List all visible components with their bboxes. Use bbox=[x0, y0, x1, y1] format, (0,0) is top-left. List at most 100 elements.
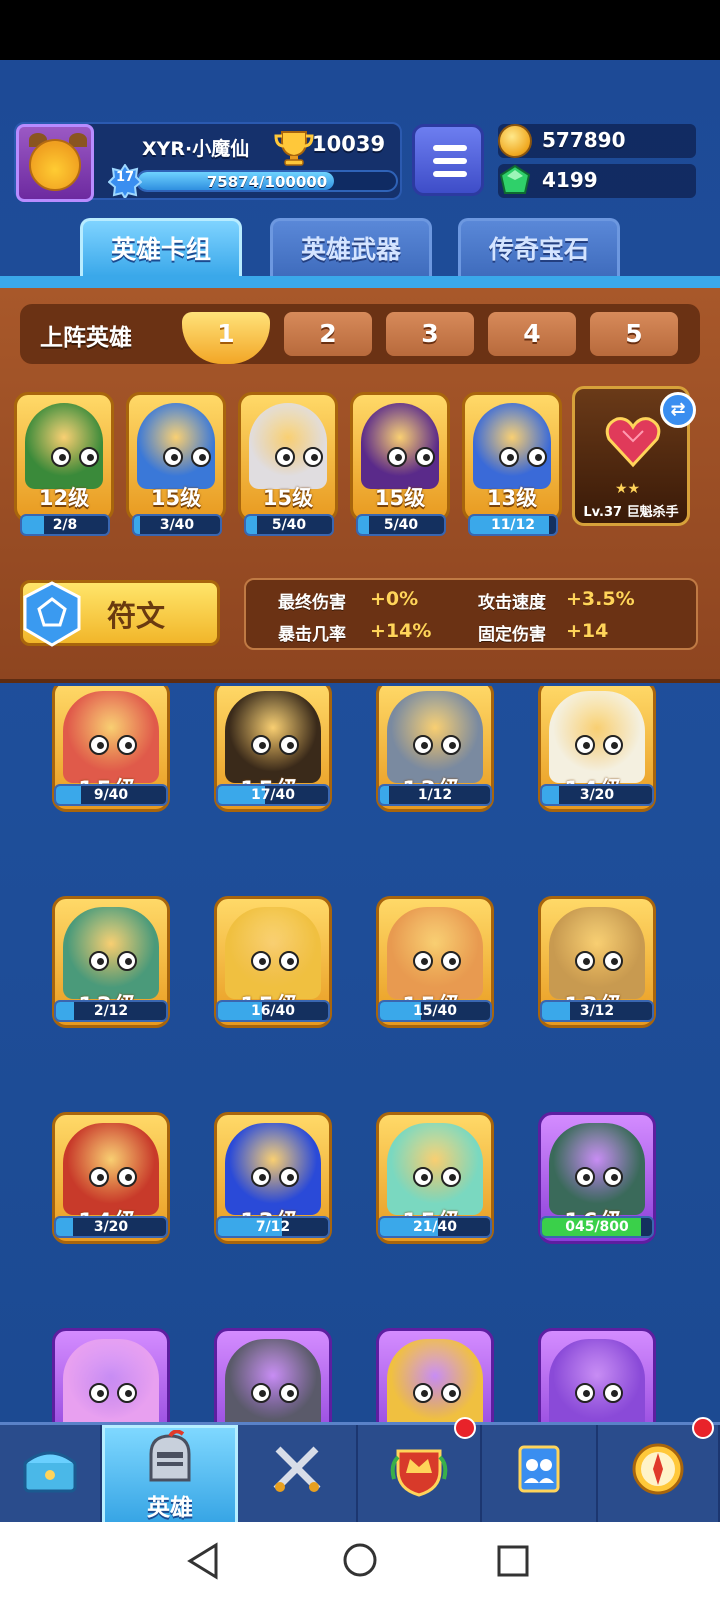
gold-counter[interactable]: 577890 bbox=[498, 124, 696, 158]
hero-card[interactable]: 13级2/12 bbox=[50, 890, 174, 1030]
hero-progress-bar: 045/800 bbox=[540, 1216, 654, 1238]
deck-slot-1[interactable]: 1 bbox=[182, 312, 270, 364]
tab-hero-weapons[interactable]: 英雄武器 bbox=[270, 218, 432, 276]
deck-stats: 最终伤害 +0% 攻击速度 +3.5% 暴击几率 +14% 固定伤害 +14 bbox=[244, 578, 698, 650]
nav-item-crossed-swords[interactable] bbox=[238, 1425, 358, 1525]
hero-card[interactable]: 14级3/20 bbox=[536, 686, 660, 814]
avatar-face bbox=[29, 139, 81, 191]
hero-portrait bbox=[549, 907, 645, 999]
hero-eyes bbox=[567, 951, 631, 971]
player-profile[interactable]: XYR·小魔仙 10039 75874/100000 17 bbox=[14, 122, 402, 202]
tab-hero-deck[interactable]: 英雄卡组 bbox=[80, 218, 242, 276]
deck-slot-2[interactable]: 2 bbox=[284, 312, 372, 356]
hero-card[interactable]: 15级9/40 bbox=[50, 686, 174, 814]
nav-item-crown-shield[interactable] bbox=[358, 1417, 482, 1525]
hero-card[interactable]: 16级045/800 bbox=[536, 1106, 660, 1246]
hero-progress-text: 17/40 bbox=[250, 787, 296, 803]
hero-eyes bbox=[243, 735, 307, 755]
notification-dot bbox=[692, 1417, 714, 1439]
rune-button[interactable]: 符文 bbox=[20, 580, 220, 647]
menu-button[interactable] bbox=[412, 124, 484, 196]
hero-card[interactable]: 15级 5/40 bbox=[350, 386, 450, 536]
hero-card[interactable]: 13级 11/12 bbox=[462, 386, 562, 536]
stat-value: +0% bbox=[370, 588, 419, 610]
hero-card[interactable] bbox=[212, 1322, 336, 1422]
player-avatar[interactable] bbox=[16, 124, 94, 202]
hero-card[interactable] bbox=[536, 1322, 660, 1422]
menu-line bbox=[433, 158, 467, 164]
deck-slot-4[interactable]: 4 bbox=[488, 312, 576, 356]
hero-portrait bbox=[549, 691, 645, 783]
hero-eyes bbox=[155, 447, 219, 467]
nav-item-treasure-chest[interactable] bbox=[0, 1425, 102, 1525]
hero-card[interactable]: 13级3/12 bbox=[536, 890, 660, 1030]
hero-portrait bbox=[387, 907, 483, 999]
deck-slot-3[interactable]: 3 bbox=[386, 312, 474, 356]
hero-portrait bbox=[387, 691, 483, 783]
hero-progress-bar: 3/20 bbox=[54, 1216, 168, 1238]
hero-progress-text: 2/12 bbox=[93, 1003, 129, 1019]
tab-legendary-gems[interactable]: 传奇宝石 bbox=[458, 218, 620, 276]
hero-progress-text: 11/12 bbox=[490, 517, 536, 533]
rune-icon bbox=[23, 581, 81, 647]
hero-portrait bbox=[63, 1123, 159, 1215]
status-bar bbox=[0, 0, 720, 60]
nav-label: 英雄 bbox=[147, 1495, 193, 1521]
hero-level: 13级 bbox=[486, 486, 538, 510]
hero-card[interactable] bbox=[50, 1322, 174, 1422]
hero-card[interactable]: 13级1/12 bbox=[374, 686, 498, 814]
hero-eyes bbox=[243, 951, 307, 971]
hero-card[interactable]: 15级 3/40 bbox=[126, 386, 226, 536]
hero-eyes bbox=[567, 735, 631, 755]
hero-progress-bar: 1/12 bbox=[378, 784, 492, 806]
hero-portrait bbox=[63, 1339, 159, 1422]
recents-icon[interactable] bbox=[496, 1544, 530, 1578]
hero-progress-bar: 3/12 bbox=[540, 1000, 654, 1022]
player-level: 17 bbox=[115, 170, 135, 185]
hero-progress-bar: 2/12 bbox=[54, 1000, 168, 1022]
nav-item-compass[interactable] bbox=[598, 1417, 720, 1525]
gold-amount: 577890 bbox=[542, 128, 626, 152]
hero-card[interactable]: 15级 5/40 bbox=[238, 386, 338, 536]
hero-card[interactable]: 15级21/40 bbox=[374, 1106, 498, 1246]
hero-progress-bar: 16/40 bbox=[216, 1000, 330, 1022]
menu-line bbox=[433, 171, 467, 177]
hero-progress-bar: 9/40 bbox=[54, 784, 168, 806]
hero-card[interactable]: 15级15/40 bbox=[374, 890, 498, 1030]
hero-card[interactable] bbox=[374, 1322, 498, 1422]
gem-counter[interactable]: 4199 bbox=[498, 164, 696, 198]
deck-slot-5[interactable]: 5 bbox=[590, 312, 678, 356]
nav-item-guild-banner[interactable] bbox=[482, 1425, 598, 1525]
hero-portrait bbox=[225, 1339, 321, 1422]
gem-amount: 4199 bbox=[542, 168, 598, 192]
hero-progress-bar: 5/40 bbox=[356, 514, 446, 536]
hero-card[interactable]: 15级17/40 bbox=[212, 686, 336, 814]
nav-item-knight-helmet[interactable]: 英雄 bbox=[102, 1425, 238, 1525]
home-icon[interactable] bbox=[342, 1542, 378, 1578]
menu-line bbox=[433, 145, 467, 151]
stat-value: +3.5% bbox=[566, 588, 635, 610]
hero-card[interactable]: 15级16/40 bbox=[212, 890, 336, 1030]
bottom-nav: 英雄 bbox=[0, 1417, 720, 1525]
hero-progress-bar: 3/40 bbox=[132, 514, 222, 536]
xp-bar: 75874/100000 bbox=[136, 170, 398, 192]
back-icon[interactable] bbox=[186, 1542, 220, 1580]
hero-progress-text: 7/12 bbox=[255, 1219, 291, 1235]
swap-weapon-icon[interactable]: ⇄ bbox=[660, 392, 696, 428]
hero-progress-bar: 5/40 bbox=[244, 514, 334, 536]
crown-shield-icon bbox=[390, 1449, 448, 1497]
hero-card[interactable]: 14级3/20 bbox=[50, 1106, 174, 1246]
hero-eyes bbox=[405, 735, 469, 755]
hero-portrait bbox=[225, 1123, 321, 1215]
trophy-icon bbox=[274, 131, 314, 166]
deck-panel: 上阵英雄 1 2 3 4 5 12级 2/8 15级 3/40 15级 5/40 15级 5/… bbox=[0, 288, 720, 683]
treasure-chest-icon bbox=[23, 1451, 77, 1493]
notification-dot bbox=[454, 1417, 476, 1439]
hero-progress-bar: 2/8 bbox=[20, 514, 110, 536]
hero-eyes bbox=[81, 951, 145, 971]
hero-card[interactable]: 13级7/12 bbox=[212, 1106, 336, 1246]
hero-progress-text: 5/40 bbox=[271, 517, 307, 533]
hero-card[interactable]: 12级 2/8 bbox=[14, 386, 114, 536]
hero-progress-text: 5/40 bbox=[383, 517, 419, 533]
game-background: XYR·小魔仙 10039 75874/100000 17 577890 419… bbox=[0, 60, 720, 1422]
